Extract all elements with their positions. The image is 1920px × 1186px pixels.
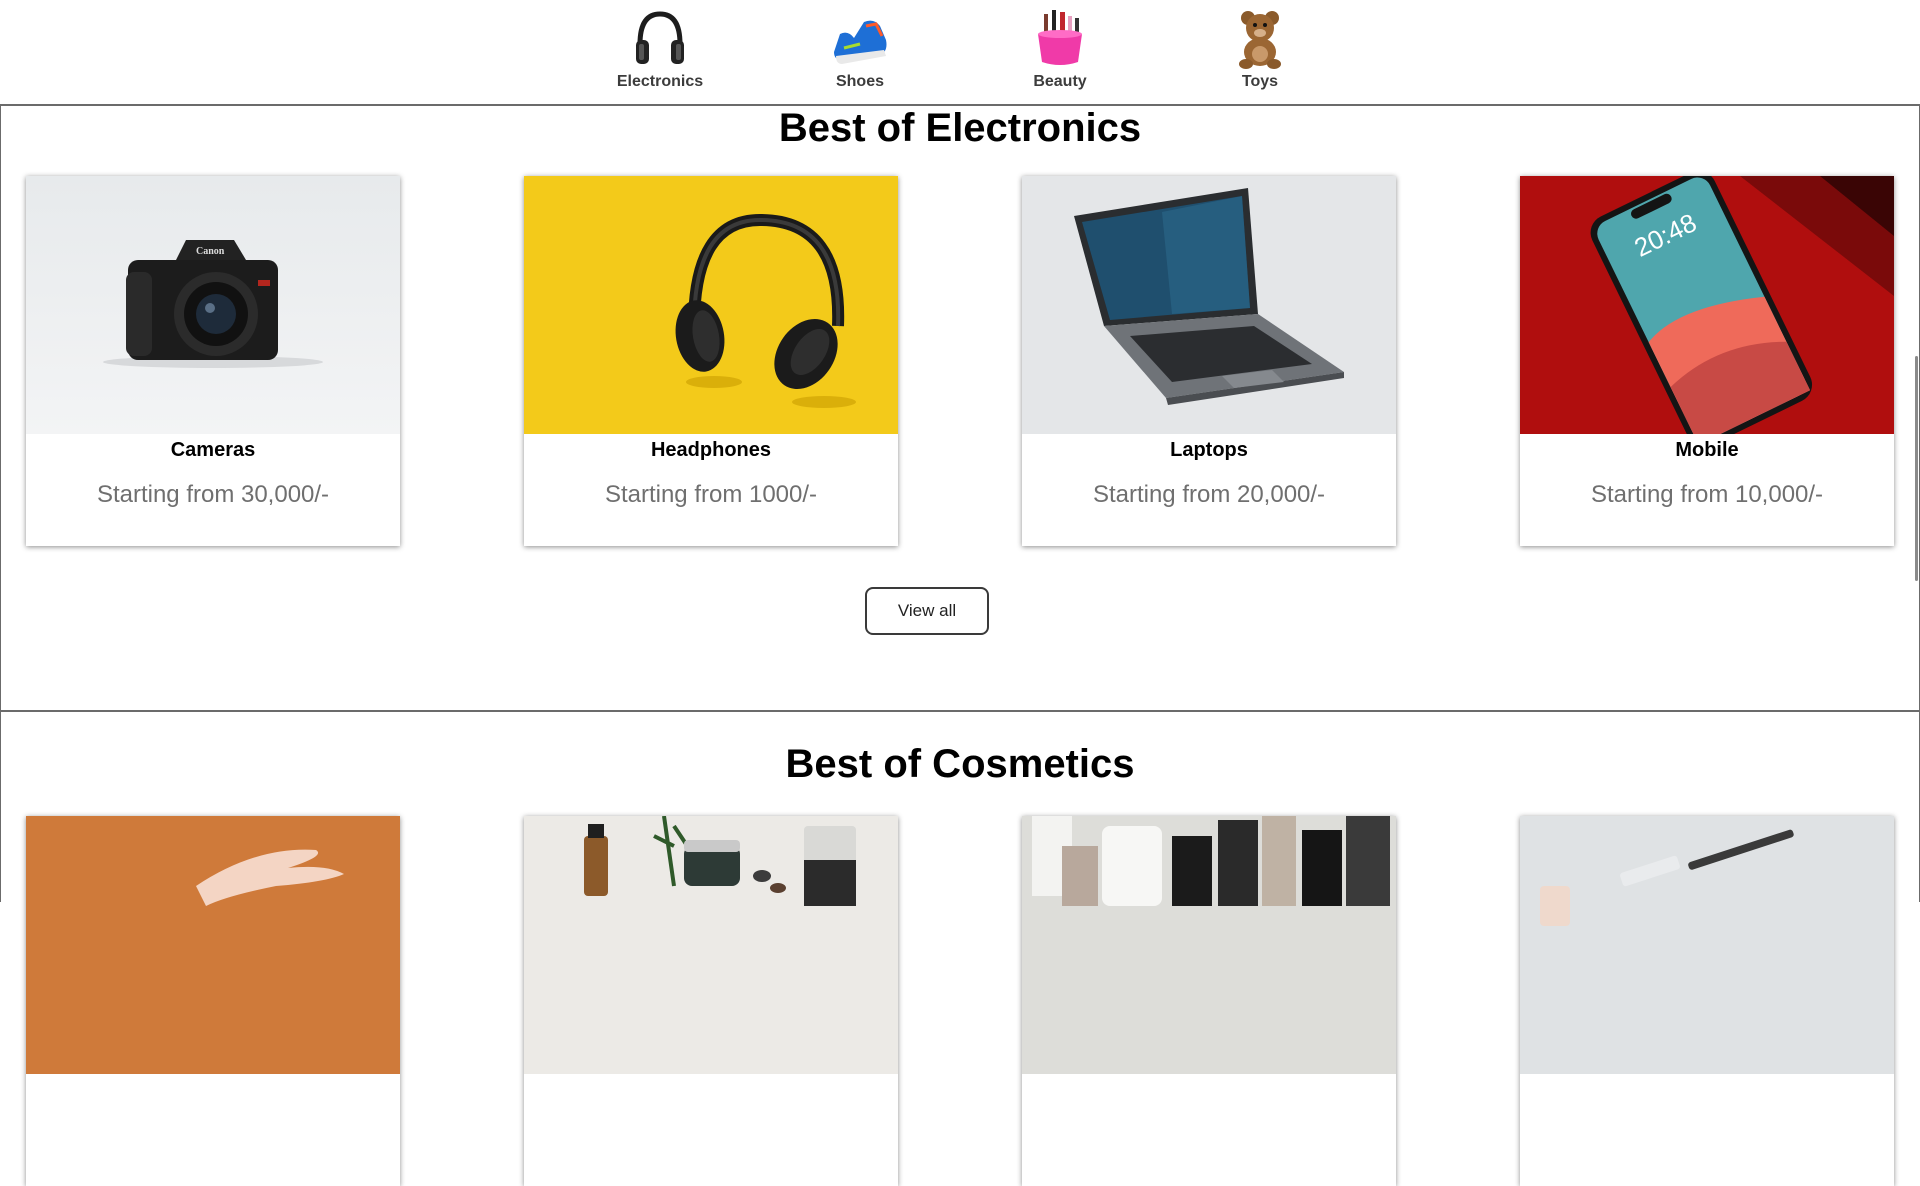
category-electronics[interactable]: Electronics [600,8,720,96]
section-title: Best of Cosmetics [785,742,1135,786]
product-price: Starting from 1000/- [604,481,818,508]
product-price: Starting from 20,000/- [1092,481,1326,508]
category-toys[interactable]: Toys [1200,8,1320,96]
product-price: Starting from 10,000/- [1590,481,1824,508]
product-image: Canon [26,176,400,434]
product-image [524,176,898,434]
product-card-cosmetics-4[interactable] [1520,816,1894,1186]
cosmetics-section: Best of Cosmetics [0,712,1920,1186]
section-title: Best of Electronics [778,106,1142,150]
product-card-laptops[interactable]: Laptops Starting from 20,000/- [1022,176,1396,546]
product-image [1022,816,1396,1074]
product-price: Starting from 30,000/- [96,481,330,508]
product-name: Laptops [1170,439,1248,461]
category-label: Shoes [835,73,884,90]
product-image: 20:48 [1520,176,1894,434]
product-image [524,816,898,1074]
category-shoes[interactable]: Shoes [800,8,920,96]
product-card-headphones[interactable]: Headphones Starting from 1000/- [524,176,898,546]
electronics-section: Best of Electronics Canon Cameras Starti… [0,106,1920,712]
product-name: Cameras [170,439,256,461]
product-card-cosmetics-2[interactable] [524,816,898,1186]
svg-text:Canon: Canon [196,246,225,257]
headphones-icon [636,11,684,64]
scrollbar-thumb[interactable] [1915,356,1918,581]
product-image [26,816,400,1074]
sneaker-icon [834,20,887,64]
product-card-cosmetics-1[interactable] [26,816,400,1186]
product-card-cosmetics-3[interactable] [1022,816,1396,1186]
teddy-bear-icon [1239,11,1281,69]
category-label: Toys [1241,73,1279,90]
product-name: Headphones [650,439,772,461]
product-card-cameras[interactable]: Canon Cameras Starting from 30,000/- [26,176,400,546]
category-label: Electronics [616,73,704,90]
category-nav: Electronics Shoes Beauty Toys [0,0,1920,106]
product-image [1520,816,1894,1074]
cosmetics-icon [1038,10,1082,65]
view-all-button[interactable]: View all [865,587,989,635]
category-beauty[interactable]: Beauty [1000,8,1120,96]
product-image [1022,176,1396,434]
product-name: Mobile [1675,439,1739,461]
product-card-mobile[interactable]: 20:48 Mobile Starting from 10,000/- [1520,176,1894,546]
category-label: Beauty [1033,73,1087,90]
